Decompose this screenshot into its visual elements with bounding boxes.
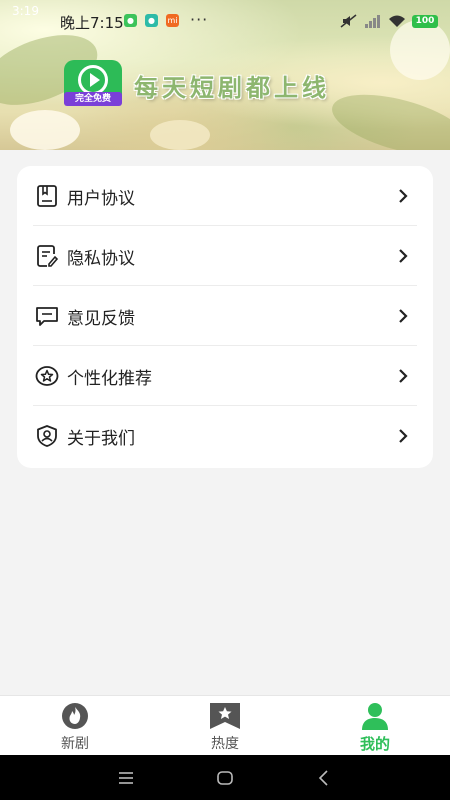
free-badge: 完全免费: [64, 92, 122, 106]
tab-label: 我的: [359, 735, 390, 753]
wifi-icon: [389, 15, 405, 27]
slogan: 每天短剧都上线: [134, 74, 330, 102]
menu-item-feedback[interactable]: 意见反馈: [33, 286, 417, 346]
shield-user-icon: [37, 425, 57, 447]
tab-label: 热度: [211, 736, 239, 752]
star-bookmark-icon: [210, 703, 240, 729]
chevron-right-icon: [399, 429, 408, 443]
menu-item-label: 用户协议: [67, 189, 135, 209]
privacy-doc-icon: [37, 245, 59, 267]
menu-item-label: 个性化推荐: [67, 369, 152, 389]
wechat-notification-icon: ●: [124, 14, 137, 27]
chevron-right-icon: [399, 309, 408, 323]
menu-item-label: 隐私协议: [67, 249, 135, 269]
home-icon[interactable]: [216, 769, 234, 787]
chevron-right-icon: [399, 369, 408, 383]
menu-item-personalized-recommendation[interactable]: 个性化推荐: [33, 346, 417, 406]
status-clock-small: 3:19: [12, 4, 39, 18]
chevron-right-icon: [399, 189, 408, 203]
system-navigation-bar: [0, 755, 450, 800]
menu-item-privacy-policy[interactable]: 隐私协议: [33, 226, 417, 286]
menu-item-label: 关于我们: [67, 429, 135, 449]
app-notification-icon: ●: [145, 14, 158, 27]
flame-icon: [62, 703, 88, 729]
document-icon: [37, 185, 57, 207]
menu-item-user-agreement[interactable]: 用户协议: [33, 166, 417, 226]
settings-menu: 用户协议 隐私协议 意见反馈 个性化推荐 关于我们: [17, 166, 433, 468]
mute-icon: [340, 14, 357, 28]
menu-icon[interactable]: [117, 769, 135, 787]
menu-item-about-us[interactable]: 关于我们: [33, 406, 417, 466]
signal-icon: [365, 15, 380, 28]
status-bar: 3:19 晚上7:15 ● ● mi ··· 100: [0, 0, 450, 42]
back-icon[interactable]: [315, 769, 333, 787]
bottom-navigation: 新剧 热度 我的: [0, 695, 450, 755]
feedback-icon: [36, 307, 58, 326]
chevron-right-icon: [399, 249, 408, 263]
tab-trending[interactable]: 热度: [150, 696, 300, 756]
system-icons: 100: [340, 12, 438, 30]
menu-item-label: 意见反馈: [67, 309, 135, 329]
tab-label: 新剧: [61, 736, 89, 752]
tab-mine[interactable]: 我的: [300, 696, 450, 756]
user-icon: [362, 703, 388, 730]
star-badge-icon: [35, 366, 59, 386]
more-notifications-icon: ···: [190, 10, 209, 29]
status-clock: 晚上7:15: [60, 14, 124, 32]
mi-notification-icon: mi: [166, 14, 179, 27]
tab-new-dramas[interactable]: 新剧: [0, 696, 150, 756]
battery-icon: 100: [412, 14, 438, 28]
